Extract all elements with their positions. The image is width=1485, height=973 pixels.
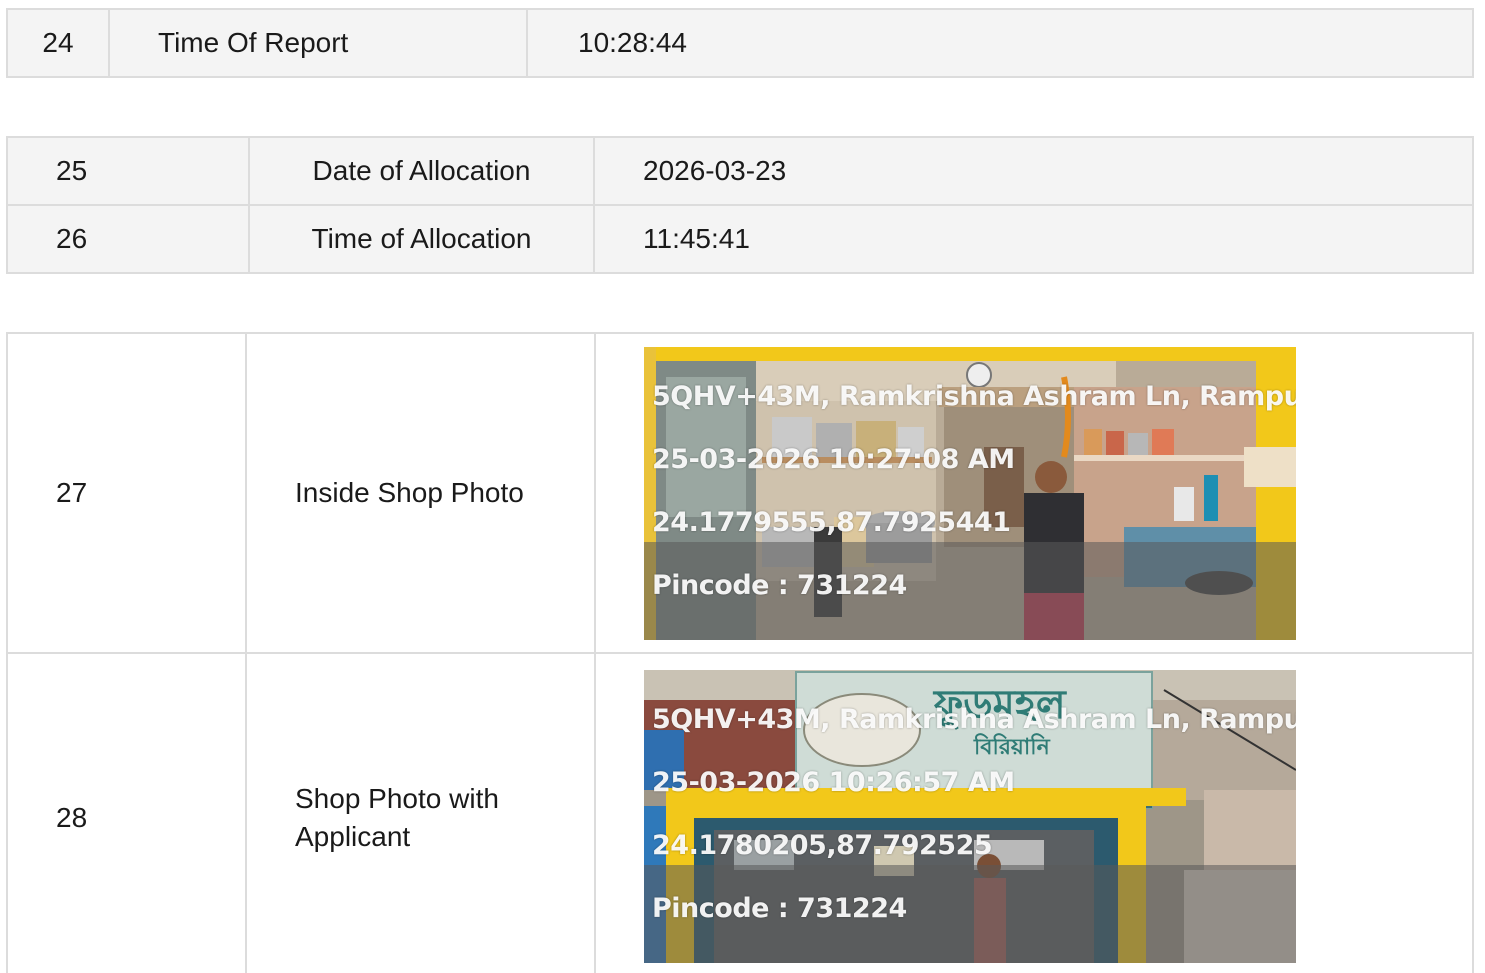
row-number: 27 <box>6 332 247 654</box>
inside-shop-photo[interactable]: 5QHV+43M, Ramkrishna Ashram Ln, Rampu 25… <box>644 346 1296 640</box>
stamp-address: 5QHV+43M, Ramkrishna Ashram Ln, Rampu <box>652 380 1296 412</box>
report-time-table: 24 Time Of Report 10:28:44 <box>6 8 1474 78</box>
row-value: 10:28:44 <box>526 8 1474 78</box>
row-label: Shop Photo with Applicant <box>245 652 596 973</box>
table-row: 28 Shop Photo with Applicant ফুডমহল বিরি… <box>6 652 1474 973</box>
photo-table: 27 Inside Shop Photo 5QHV+43M, Ramkrishn… <box>6 332 1474 973</box>
stamp-pincode: Pincode : 731224 <box>652 893 907 924</box>
table-row: 27 Inside Shop Photo 5QHV+43M, Ramkrishn… <box>6 332 1474 654</box>
row-number: 25 <box>6 136 250 206</box>
report-page: 24 Time Of Report 10:28:44 25 Date of Al… <box>0 0 1485 973</box>
row-number: 28 <box>6 652 247 973</box>
stamp-coordinates: 24.1779555,87.7925441 <box>652 506 1011 538</box>
stamp-address: 5QHV+43M, Ramkrishna Ashram Ln, Rampu <box>652 704 1296 735</box>
stamp-datetime: 25-03-2026 10:27:08 AM <box>652 443 1015 475</box>
table-row: 26 Time of Allocation 11:45:41 <box>6 204 1474 274</box>
row-label: Inside Shop Photo <box>245 332 596 654</box>
row-value: 2026-03-23 <box>593 136 1474 206</box>
row-value: 11:45:41 <box>593 204 1474 274</box>
shop-with-applicant-photo[interactable]: ফুডমহল বিরিয়ানি 5QHV+43M, Ramkrishna As… <box>644 670 1296 963</box>
stamp-pincode: Pincode : 731224 <box>652 569 907 601</box>
table-row: 25 Date of Allocation 2026-03-23 <box>6 136 1474 206</box>
geo-stamp: 5QHV+43M, Ramkrishna Ashram Ln, Rampu 25… <box>652 670 1296 961</box>
allocation-table: 25 Date of Allocation 2026-03-23 26 Time… <box>6 136 1474 274</box>
row-label: Time Of Report <box>108 8 528 78</box>
stamp-datetime: 25-03-2026 10:26:57 AM <box>652 767 1015 798</box>
row-label: Date of Allocation <box>248 136 595 206</box>
stamp-coordinates: 24.1780205,87.792525 <box>652 830 993 861</box>
photo-cell: ফুডমহল বিরিয়ানি 5QHV+43M, Ramkrishna As… <box>594 652 1474 973</box>
row-number: 24 <box>6 8 110 78</box>
geo-stamp: 5QHV+43M, Ramkrishna Ashram Ln, Rampu 25… <box>652 347 1296 638</box>
photo-cell: 5QHV+43M, Ramkrishna Ashram Ln, Rampu 25… <box>594 332 1474 654</box>
row-label: Time of Allocation <box>248 204 595 274</box>
row-number: 26 <box>6 204 250 274</box>
table-row: 24 Time Of Report 10:28:44 <box>6 8 1474 78</box>
